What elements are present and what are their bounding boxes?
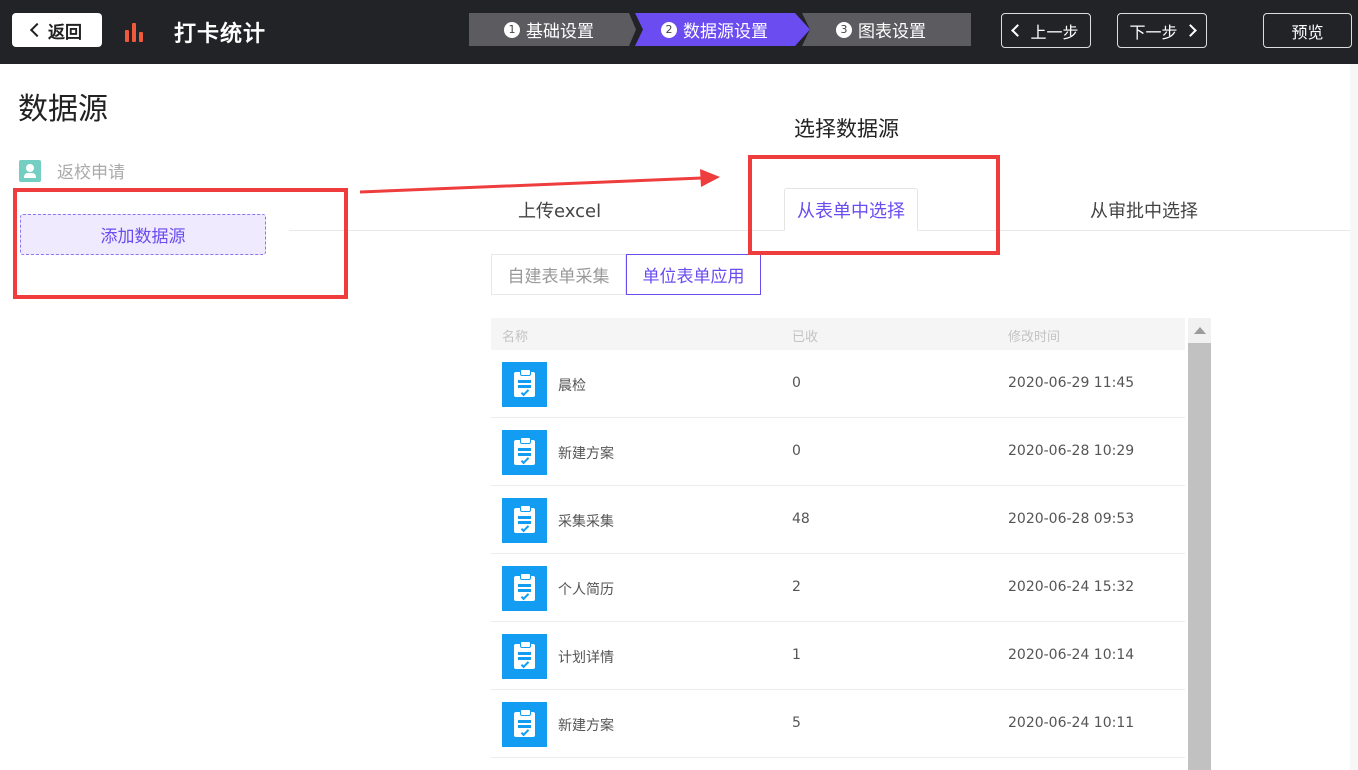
row-received: 0 [792,443,801,459]
column-header-received: 已收 [792,330,819,345]
app-title: 打卡统计 [174,22,267,47]
row-modified: 2020-06-24 10:11 [1008,715,1135,731]
chevron-left-icon [29,22,45,38]
step-basic-settings[interactable]: 1 基础设置 [469,13,636,46]
row-name: 采集采集 [558,514,614,530]
clipboard-form-icon [502,566,547,611]
prev-label: 上一步 [1030,22,1079,42]
tab-select-from-approval[interactable]: 从审批中选择 [1090,197,1198,223]
row-received: 0 [792,375,801,391]
datasource-item-label: 返校申请 [57,163,125,183]
highlight-box-add-datasource [13,188,348,299]
table-row[interactable]: 新建方案 5 2020-06-24 10:11 [491,690,1185,758]
page-scrollbar[interactable] [1350,64,1358,770]
table-row[interactable]: 采集采集 48 2020-06-28 09:53 [491,486,1185,554]
tab-upload-excel[interactable]: 上传excel [518,197,601,223]
scroll-thumb[interactable] [1188,343,1211,770]
prev-step-button[interactable]: 上一步 [1001,13,1091,48]
chevron-left-icon [1011,24,1025,37]
page-title: 数据源 [18,92,108,127]
row-name: 个人简历 [558,582,614,598]
back-label: 返回 [48,22,82,43]
table-row[interactable]: 计划详情 1 2020-06-24 10:14 [491,622,1185,690]
user-card-icon [19,159,41,182]
step-datasource-settings[interactable]: 2 数据源设置 [635,13,810,46]
select-datasource-title: 选择数据源 [794,117,899,141]
column-header-name: 名称 [502,330,529,345]
row-modified: 2020-06-28 09:53 [1008,511,1135,527]
step-chart-settings[interactable]: 3 图表设置 [802,13,971,46]
subtab-unit-form-app[interactable]: 单位表单应用 [626,254,761,295]
row-received: 5 [792,715,801,731]
preview-label: 预览 [1291,22,1324,42]
clipboard-form-icon [502,498,547,543]
row-modified: 2020-06-24 15:32 [1008,579,1135,595]
highlight-box-form-tab [748,155,1000,255]
step-indicator: 1 基础设置 2 数据源设置 3 图表设置 [469,13,971,46]
row-received: 1 [792,647,801,663]
row-name: 晨检 [558,378,586,394]
table-row[interactable]: 晨检 0 2020-06-29 11:45 [491,350,1185,418]
table-scrollbar[interactable] [1188,318,1211,770]
clipboard-form-icon [502,702,547,747]
table-row[interactable]: 新建方案 0 2020-06-28 10:29 [491,418,1185,486]
scroll-up-arrow-icon[interactable] [1194,327,1206,334]
back-button[interactable]: 返回 [12,13,102,47]
row-name: 计划详情 [558,650,614,666]
column-header-modified: 修改时间 [1008,330,1061,345]
step-number: 1 [504,21,520,38]
subtab-self-built-form[interactable]: 自建表单采集 [491,254,626,295]
preview-button[interactable]: 预览 [1263,13,1352,48]
clipboard-form-icon [502,634,547,679]
row-modified: 2020-06-24 10:14 [1008,647,1135,663]
chevron-right-icon [1183,24,1197,37]
row-received: 2 [792,579,801,595]
row-name: 新建方案 [558,718,614,734]
next-step-button[interactable]: 下一步 [1117,13,1207,48]
datasource-item[interactable]: 返校申请 [19,158,125,183]
row-modified: 2020-06-29 11:45 [1008,375,1135,391]
row-received: 48 [792,511,810,527]
step-label: 数据源设置 [683,22,768,42]
bar-chart-icon [123,20,145,42]
clipboard-form-icon [502,430,547,475]
next-label: 下一步 [1129,22,1178,42]
row-modified: 2020-06-28 10:29 [1008,443,1135,459]
step-label: 图表设置 [858,22,926,42]
table-row[interactable]: 个人简历 2 2020-06-24 15:32 [491,554,1185,622]
clipboard-form-icon [502,362,547,407]
row-name: 新建方案 [558,446,614,462]
form-table: 名称 已收 修改时间 晨检 0 2020-06-29 11:45 新建方案 0 … [491,318,1211,770]
table-header: 名称 已收 修改时间 [491,318,1185,350]
top-bar: 返回 打卡统计 1 基础设置 2 数据源设置 3 图表设置 上一步 下一步 预览 [0,0,1358,64]
step-number: 2 [661,21,677,38]
step-label: 基础设置 [526,22,594,42]
step-number: 3 [836,21,852,38]
